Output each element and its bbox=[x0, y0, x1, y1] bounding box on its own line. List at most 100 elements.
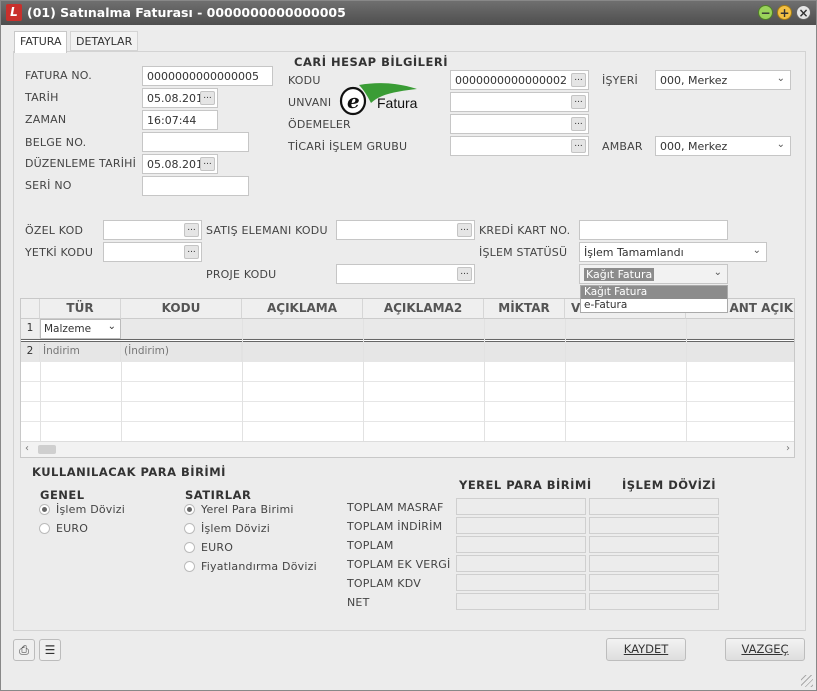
scroll-right-icon[interactable]: › bbox=[786, 443, 790, 454]
radio-satirlar-euro[interactable] bbox=[184, 542, 195, 553]
table-row-1-rest[interactable] bbox=[121, 319, 794, 339]
fatura-no-field[interactable]: 0000000000000005 bbox=[142, 66, 273, 86]
total-label: TOPLAM EK VERGİ bbox=[347, 558, 451, 571]
belge-no-field[interactable] bbox=[142, 132, 249, 152]
total-label: NET bbox=[347, 596, 370, 609]
table-row-2-rest[interactable] bbox=[242, 342, 794, 362]
table-row[interactable] bbox=[21, 422, 794, 442]
minimize-icon[interactable]: − bbox=[758, 5, 773, 20]
genel-option-label: İşlem Dövizi bbox=[56, 503, 126, 516]
col-divider bbox=[121, 362, 122, 442]
odemeler-field[interactable]: ... bbox=[450, 114, 589, 134]
tarih-label: TARİH bbox=[25, 91, 59, 104]
unvani-field[interactable]: ... bbox=[450, 92, 589, 112]
total-yerel-field bbox=[456, 517, 586, 534]
maximize-icon[interactable]: + bbox=[777, 5, 792, 20]
lookup-button[interactable]: ... bbox=[457, 267, 472, 281]
ambar-value: 000, Merkez bbox=[660, 140, 728, 153]
option-e-fatura[interactable]: e-Fatura bbox=[581, 299, 727, 312]
totals-col-yerel: YEREL PARA BİRİMİ bbox=[459, 478, 592, 492]
lookup-button[interactable]: ... bbox=[457, 223, 472, 237]
total-yerel-field bbox=[456, 574, 586, 591]
date-picker-button[interactable]: ... bbox=[200, 91, 215, 105]
total-label: TOPLAM MASRAF bbox=[347, 501, 444, 514]
satirlar-option-label: Fiyatlandırma Dövizi bbox=[201, 560, 317, 573]
tab-detaylar[interactable]: DETAYLAR bbox=[70, 31, 139, 51]
kredi-kart-field[interactable] bbox=[579, 220, 728, 240]
title-bar[interactable]: L (01) Satınalma Faturası - 000000000000… bbox=[1, 1, 816, 25]
duzenleme-tarihi-field[interactable]: 05.08.2015... bbox=[142, 154, 218, 174]
genel-option-label: EURO bbox=[56, 522, 89, 535]
satis-elemani-label: SATIŞ ELEMANI KODU bbox=[206, 224, 328, 237]
print-icon[interactable]: ⎙ bbox=[13, 639, 35, 661]
tarih-field[interactable]: 05.08.2015... bbox=[142, 88, 218, 108]
window-title: (01) Satınalma Faturası - 00000000000000… bbox=[27, 5, 346, 20]
resize-grip-icon[interactable] bbox=[801, 675, 813, 687]
col-header-miktar[interactable]: MİKTAR bbox=[484, 299, 565, 319]
islem-statusu-label: İŞLEM STATÜSÜ bbox=[479, 246, 568, 259]
zaman-label: ZAMAN bbox=[25, 113, 67, 126]
scrollbar-thumb[interactable] bbox=[38, 445, 56, 454]
cari-kodu-value: 0000000000000002 bbox=[455, 74, 567, 87]
col-divider bbox=[565, 319, 566, 442]
close-icon[interactable]: × bbox=[796, 5, 811, 20]
yetki-kodu-field[interactable]: ... bbox=[103, 242, 202, 262]
table-row[interactable] bbox=[21, 402, 794, 422]
chevron-down-icon: ⌄ bbox=[713, 267, 722, 278]
lookup-button[interactable]: ... bbox=[184, 223, 199, 237]
scroll-left-icon[interactable]: ‹ bbox=[25, 443, 29, 454]
col-header-aciklama[interactable]: AÇIKLAMA bbox=[242, 299, 363, 319]
fatura-no-label: FATURA NO. bbox=[25, 69, 92, 82]
isyeri-select[interactable]: 000, Merkez ⌄ bbox=[655, 70, 791, 90]
total-label: TOPLAM bbox=[347, 539, 394, 552]
seri-no-field[interactable] bbox=[142, 176, 249, 196]
radio-genel-islem-dovizi[interactable] bbox=[39, 504, 50, 515]
lookup-button[interactable]: ... bbox=[571, 139, 586, 153]
proje-kodu-label: PROJE KODU bbox=[206, 268, 277, 281]
cari-kodu-label: KODU bbox=[288, 74, 321, 87]
chevron-down-icon: ⌄ bbox=[776, 139, 785, 150]
total-yerel-field bbox=[456, 536, 586, 553]
kaydet-button[interactable]: KAYDET bbox=[606, 638, 686, 661]
lookup-button[interactable]: ... bbox=[571, 73, 586, 87]
cari-kodu-field[interactable]: 0000000000000002... bbox=[450, 70, 589, 90]
fatura-tipi-select[interactable]: Kağıt Fatura ⌄ bbox=[579, 264, 728, 284]
ticari-field[interactable]: ... bbox=[450, 136, 589, 156]
lookup-button[interactable]: ... bbox=[571, 117, 586, 131]
total-islem-field bbox=[589, 517, 719, 534]
total-islem-field bbox=[589, 593, 719, 610]
radio-satirlar-yerel[interactable] bbox=[184, 504, 195, 515]
radio-genel-euro[interactable] bbox=[39, 523, 50, 534]
cari-section-title: CARİ HESAP BİLGİLERİ bbox=[294, 55, 448, 69]
date-picker-button[interactable]: ... bbox=[200, 157, 215, 171]
satis-elemani-field[interactable]: ... bbox=[336, 220, 475, 240]
ozel-kod-field[interactable]: ... bbox=[103, 220, 202, 240]
table-row[interactable] bbox=[21, 382, 794, 402]
islem-statusu-select[interactable]: İşlem Tamamlandı ⌄ bbox=[579, 242, 767, 262]
duzenleme-tarihi-label: DÜZENLEME TARİHİ bbox=[25, 157, 137, 170]
tur-select[interactable]: Malzeme ⌄ bbox=[40, 319, 121, 339]
table-row-2-tur[interactable]: İndirim bbox=[40, 342, 121, 362]
col-header-tur[interactable]: TÜR bbox=[40, 299, 121, 319]
col-header-aciklama2[interactable]: AÇIKLAMA2 bbox=[363, 299, 484, 319]
seri-no-label: SERİ NO bbox=[25, 179, 72, 192]
horizontal-scrollbar[interactable]: ‹ › bbox=[21, 441, 794, 457]
lookup-button[interactable]: ... bbox=[184, 245, 199, 259]
total-label: TOPLAM İNDİRİM bbox=[347, 520, 443, 533]
document-icon[interactable]: ☰ bbox=[39, 639, 61, 661]
radio-satirlar-fiyatlandirma[interactable] bbox=[184, 561, 195, 572]
lookup-button[interactable]: ... bbox=[571, 95, 586, 109]
ozel-kod-label: ÖZEL KOD bbox=[25, 224, 84, 237]
radio-satirlar-islem[interactable] bbox=[184, 523, 195, 534]
table-row[interactable] bbox=[21, 362, 794, 382]
vazgec-button[interactable]: VAZGEÇ bbox=[725, 638, 805, 661]
col-header-kodu[interactable]: KODU bbox=[121, 299, 242, 319]
zaman-field[interactable]: 16:07:44 bbox=[142, 110, 218, 130]
ambar-select[interactable]: 000, Merkez ⌄ bbox=[655, 136, 791, 156]
option-kagit-fatura[interactable]: Kağıt Fatura bbox=[581, 286, 727, 299]
proje-kodu-field[interactable]: ... bbox=[336, 264, 475, 284]
total-label: TOPLAM KDV bbox=[347, 577, 421, 590]
tab-fatura[interactable]: FATURA bbox=[14, 31, 68, 53]
unvani-label: UNVANI bbox=[288, 96, 332, 109]
table-row-2-kodu[interactable]: (İndirim) bbox=[121, 342, 242, 362]
